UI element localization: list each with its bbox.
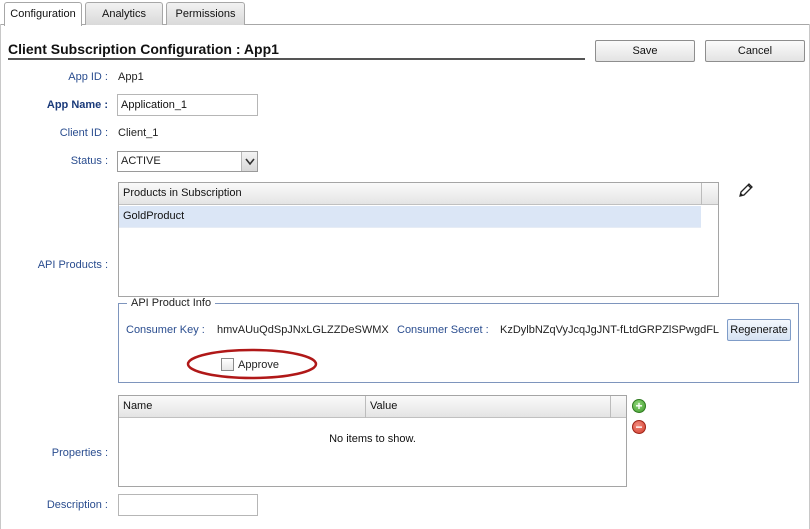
app-name-field[interactable]: Application_1 (117, 94, 258, 116)
regenerate-button[interactable]: Regenerate (727, 319, 791, 341)
title-divider (8, 58, 585, 60)
api-products-label: API Products : (37, 259, 108, 271)
app-name-label: App Name : (46, 99, 108, 111)
properties-label: Properties : (51, 447, 108, 459)
description-label: Description : (46, 499, 108, 511)
page-title: Client Subscription Configuration : App1 (8, 41, 279, 57)
client-id-value: Client_1 (118, 127, 159, 139)
api-product-info-legend: API Product Info (131, 297, 212, 309)
table-row[interactable]: GoldProduct (119, 206, 701, 228)
empty-message: No items to show. (329, 433, 416, 445)
tab-permissions[interactable]: Permissions (166, 2, 245, 25)
save-button[interactable]: Save (595, 40, 695, 62)
consumer-key-label: Consumer Key : (126, 324, 205, 336)
products-grid-header: Products in Subscription (119, 183, 701, 205)
app-id-value: App1 (118, 71, 144, 83)
tab-configuration[interactable]: Configuration (4, 2, 82, 26)
approve-checkbox[interactable] (221, 358, 234, 371)
status-select-value: ACTIVE (121, 155, 161, 167)
client-id-label: Client ID : (59, 127, 108, 139)
add-icon[interactable]: + (632, 399, 646, 413)
products-grid: Products in Subscription GoldProduct (118, 182, 719, 297)
consumer-secret-label: Consumer Secret : (397, 324, 489, 336)
tab-analytics[interactable]: Analytics (85, 2, 163, 25)
pencil-icon[interactable] (737, 181, 755, 199)
consumer-secret-value: KzDylbNZqVyJcqJgJNT-fLtdGRPZlSPwgdFL (500, 324, 720, 336)
description-field[interactable] (118, 494, 258, 516)
tab-strip: Configuration Analytics Permissions (0, 0, 810, 26)
column-header-value[interactable]: Value (366, 396, 610, 418)
cancel-button[interactable]: Cancel (705, 40, 805, 62)
remove-icon[interactable]: − (632, 420, 646, 434)
approve-label: Approve (238, 359, 279, 371)
status-select[interactable]: ACTIVE (117, 151, 258, 172)
grid-header-filler (702, 183, 718, 205)
consumer-key-value: hmvAUuQdSpJNxLGLZZDeSWMX (217, 324, 389, 336)
status-label: Status : (70, 155, 108, 167)
column-header-name[interactable]: Name (119, 396, 365, 418)
properties-grid: Name Value No items to show. (118, 395, 627, 487)
grid-header-filler (611, 396, 626, 418)
app-id-label: App ID : (68, 71, 108, 83)
chevron-down-icon[interactable] (241, 152, 257, 171)
